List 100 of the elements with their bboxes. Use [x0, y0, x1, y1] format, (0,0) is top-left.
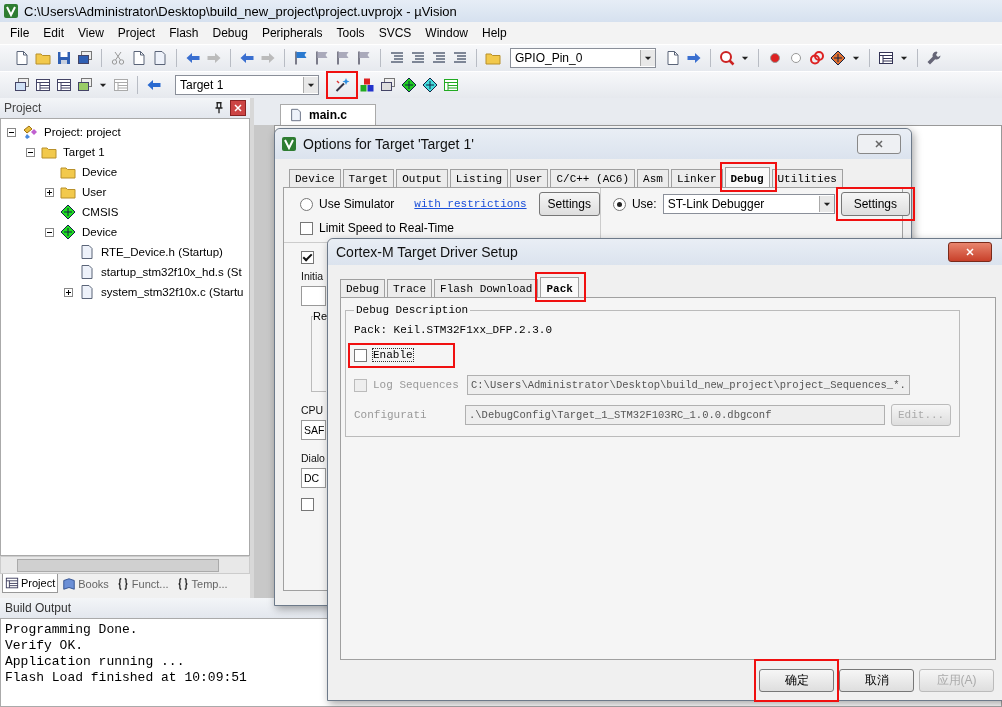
- stacked-pages-icon[interactable]: [77, 77, 93, 93]
- tree-item[interactable]: Target 1: [63, 146, 105, 158]
- diamond-icon[interactable]: [422, 77, 438, 93]
- wand-icon[interactable]: [334, 77, 350, 93]
- file-tab[interactable]: main.c: [280, 104, 376, 125]
- tree-item[interactable]: Project: project: [44, 126, 121, 138]
- close-button[interactable]: [230, 100, 246, 116]
- tab[interactable]: Device: [289, 169, 341, 187]
- stacked-pages-icon[interactable]: [77, 50, 93, 66]
- document-icon[interactable]: [131, 50, 147, 66]
- arrow-icon[interactable]: [239, 50, 255, 66]
- arrow-icon[interactable]: [146, 77, 162, 93]
- panel-tab[interactable]: Funct...: [112, 574, 172, 594]
- tab[interactable]: User: [510, 169, 549, 187]
- close-button[interactable]: [948, 242, 992, 262]
- settings-button[interactable]: Settings: [538, 192, 600, 216]
- scissors-icon[interactable]: [110, 50, 126, 66]
- path-field[interactable]: C:\Users\Administrator\Desktop\build_new_project\project_Sequences_*.: [467, 375, 910, 395]
- menu-item[interactable]: View: [71, 26, 111, 40]
- radio-button[interactable]: [612, 197, 626, 211]
- folder-icon[interactable]: [35, 50, 51, 66]
- menu-item[interactable]: Window: [418, 26, 475, 40]
- menu-item[interactable]: SVCS: [371, 26, 419, 40]
- menu-item[interactable]: Help: [475, 26, 514, 40]
- rings-icon[interactable]: [809, 50, 825, 66]
- dialog-button[interactable]: 确定: [759, 668, 834, 692]
- grid-icon[interactable]: [35, 77, 51, 93]
- lines-icon[interactable]: [410, 50, 426, 66]
- grid-icon[interactable]: [878, 50, 894, 66]
- diamond-icon[interactable]: [830, 50, 846, 66]
- tab[interactable]: Pack: [540, 277, 579, 297]
- tree-item[interactable]: system_stm32f10x.c (Startu: [101, 286, 244, 298]
- checkbox[interactable]: [301, 251, 314, 264]
- menu-item[interactable]: Project: [110, 26, 163, 40]
- dot-icon[interactable]: [767, 50, 783, 66]
- tree-item[interactable]: startup_stm32f10x_hd.s (St: [101, 266, 242, 278]
- blocks-icon[interactable]: [359, 77, 375, 93]
- expand-toggle[interactable]: [7, 127, 16, 137]
- tab[interactable]: Utilities: [771, 169, 843, 187]
- tree-item[interactable]: Device: [82, 226, 118, 238]
- diamond-icon[interactable]: [401, 77, 417, 93]
- wrench-icon[interactable]: [926, 50, 942, 66]
- expand-toggle[interactable]: [45, 227, 54, 237]
- flag-icon[interactable]: [293, 50, 309, 66]
- stacked-pages-icon[interactable]: [380, 77, 396, 93]
- tab[interactable]: Flash Download: [434, 279, 539, 297]
- restrictions-link[interactable]: with restrictions: [414, 198, 527, 210]
- tree-item[interactable]: CMSIS: [82, 206, 119, 218]
- tab[interactable]: Listing: [449, 169, 509, 187]
- tab[interactable]: C/C++ (AC6): [550, 169, 636, 187]
- dot-icon[interactable]: [788, 50, 804, 66]
- menu-item[interactable]: Peripherals: [254, 26, 330, 40]
- grid-icon[interactable]: [56, 77, 72, 93]
- lines-icon[interactable]: [431, 50, 447, 66]
- document-icon[interactable]: [14, 50, 30, 66]
- input-field[interactable]: [301, 286, 326, 306]
- tree-item[interactable]: Device: [82, 166, 118, 178]
- flag-icon[interactable]: [356, 50, 372, 66]
- menu-item[interactable]: Tools: [329, 26, 372, 40]
- checkbox[interactable]: [354, 348, 367, 362]
- folder-icon[interactable]: [485, 50, 501, 66]
- flag-icon[interactable]: [335, 50, 351, 66]
- lines-icon[interactable]: [452, 50, 468, 66]
- menu-item[interactable]: Edit: [36, 26, 72, 40]
- expand-toggle[interactable]: [64, 287, 73, 297]
- tab[interactable]: Output: [396, 169, 448, 187]
- checkbox[interactable]: [301, 498, 314, 511]
- dropdown[interactable]: Target 1: [175, 75, 319, 95]
- panel-tab[interactable]: Books: [59, 574, 112, 594]
- page-icon[interactable]: [152, 50, 168, 66]
- checkbox[interactable]: [300, 221, 313, 235]
- arrow-icon[interactable]: [185, 50, 201, 66]
- tab[interactable]: Linker: [670, 169, 723, 187]
- input-field[interactable]: DC: [301, 468, 326, 488]
- menu-item[interactable]: Debug: [205, 26, 255, 40]
- dropdown[interactable]: GPIO_Pin_0: [510, 48, 656, 68]
- dialog-button[interactable]: 取消: [839, 668, 914, 692]
- expand-toggle[interactable]: [26, 147, 35, 157]
- tab[interactable]: Debug: [724, 167, 770, 187]
- tab[interactable]: Debug: [340, 279, 385, 297]
- radio-button[interactable]: [300, 197, 313, 211]
- input-field[interactable]: SAF: [301, 420, 326, 440]
- stacked-pages-icon[interactable]: [14, 77, 30, 93]
- tab[interactable]: Asm: [637, 169, 669, 187]
- settings-button[interactable]: Settings: [840, 192, 910, 216]
- dropdown[interactable]: ST-Link Debugger: [662, 194, 835, 214]
- tree-item[interactable]: RTE_Device.h (Startup): [101, 246, 223, 258]
- flag-icon[interactable]: [314, 50, 330, 66]
- document-icon[interactable]: [665, 50, 681, 66]
- tree-item[interactable]: User: [82, 186, 107, 198]
- path-field[interactable]: .\DebugConfig\Target_1_STM32F103RC_1.0.0.dbgconf: [465, 405, 885, 425]
- lines-icon[interactable]: [389, 50, 405, 66]
- panel-tab[interactable]: Temp...: [172, 574, 231, 594]
- panel-tab[interactable]: Project: [2, 574, 59, 593]
- search-icon[interactable]: [719, 50, 735, 66]
- menu-item[interactable]: Flash: [162, 26, 206, 40]
- menu-item[interactable]: File: [3, 26, 37, 40]
- arrow-icon[interactable]: [686, 50, 702, 66]
- tab[interactable]: Target: [342, 169, 395, 187]
- tab[interactable]: Trace: [387, 279, 433, 297]
